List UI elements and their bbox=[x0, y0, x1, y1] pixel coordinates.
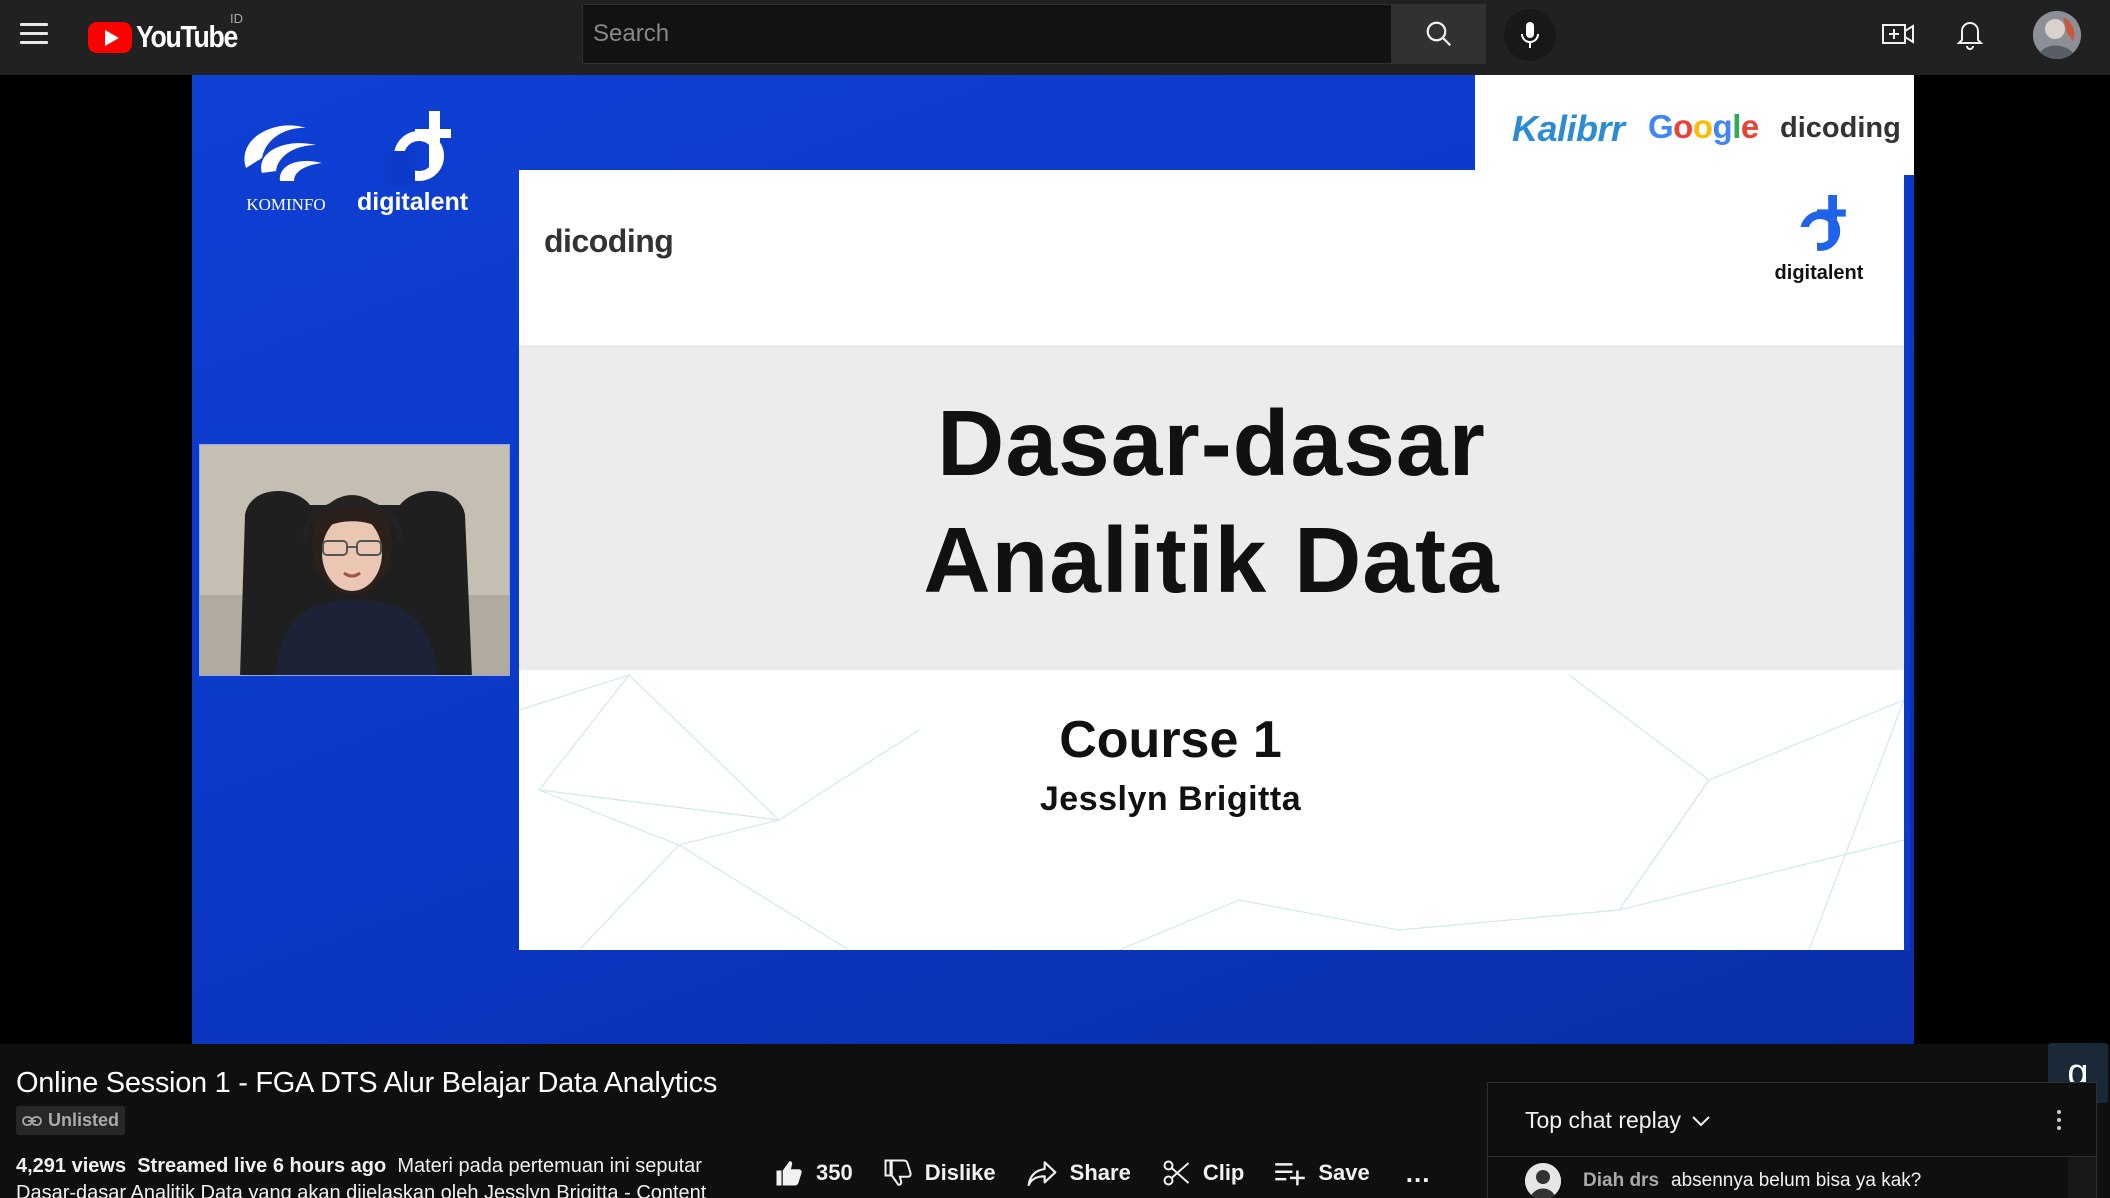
share-icon bbox=[1027, 1161, 1057, 1187]
share-label: Share bbox=[1069, 1160, 1131, 1185]
chat-header: Top chat replay bbox=[1488, 1083, 2096, 1157]
search-input[interactable] bbox=[582, 4, 1391, 64]
share-button[interactable]: Share bbox=[1026, 1159, 1131, 1187]
link-icon bbox=[22, 1115, 42, 1126]
slide-title-band: Dasar-dasar Analitik Data bbox=[519, 345, 1904, 670]
description-line-2[interactable]: Dasar-dasar Analitik Data yang akan dije… bbox=[16, 1180, 746, 1198]
live-chat-replay: Top chat replay Diah drs absennya belum … bbox=[1487, 1082, 2097, 1198]
thumbs-up-icon bbox=[776, 1161, 802, 1186]
chat-message-text: absennya belum bisa ya kak? bbox=[1671, 1170, 1922, 1191]
slide-title-line-2: Analitik Data bbox=[923, 508, 1500, 612]
unlisted-badge: Unlisted bbox=[16, 1106, 126, 1135]
chat-more-options-button[interactable] bbox=[2044, 1105, 2074, 1135]
dislike-label: Dislike bbox=[924, 1160, 996, 1185]
unlisted-label: Unlisted bbox=[48, 1110, 120, 1130]
view-count: 4,291 views bbox=[16, 1155, 127, 1177]
chevron-down-icon bbox=[1692, 1115, 1710, 1126]
chat-author-avatar[interactable] bbox=[1525, 1163, 1561, 1198]
thumbs-down-icon bbox=[884, 1159, 912, 1186]
slide-title: Dasar-dasar Analitik Data bbox=[519, 385, 1904, 619]
like-count: 350 bbox=[816, 1160, 853, 1185]
kominfo-label: KOMINFO bbox=[246, 195, 326, 214]
notifications-button[interactable] bbox=[1950, 14, 1990, 54]
video-player[interactable]: KOMINFO digitalent Kalibrr Google dicodi… bbox=[0, 75, 2110, 1103]
dicoding-logo-small: dicoding bbox=[1780, 112, 1901, 144]
digitalent-label-slide: digitalent bbox=[1774, 262, 1864, 284]
menu-icon[interactable] bbox=[14, 14, 54, 54]
save-button[interactable]: Save bbox=[1274, 1160, 1370, 1186]
youtube-logo[interactable]: YouTube bbox=[88, 17, 254, 57]
google-logo: Google bbox=[1648, 108, 1759, 145]
digitalent-logo-frame: digitalent bbox=[357, 111, 487, 221]
digitalent-logo-slide: digitalent bbox=[1769, 195, 1879, 285]
chat-scrollbar[interactable] bbox=[2068, 1157, 2096, 1198]
partner-logos: Kalibrr Google dicoding bbox=[1475, 75, 1914, 175]
chat-message: Diah drs absennya belum bisa ya kak? bbox=[1525, 1163, 1921, 1198]
dicoding-logo-slide: dicoding bbox=[544, 223, 674, 259]
chat-author-name[interactable]: Diah drs bbox=[1583, 1170, 1659, 1192]
logo-text: YouTube bbox=[136, 19, 238, 54]
country-code: ID bbox=[230, 11, 243, 26]
kalibrr-logo: Kalibrr bbox=[1512, 108, 1625, 149]
account-avatar[interactable] bbox=[2033, 11, 2081, 59]
presenter-webcam bbox=[199, 444, 510, 676]
slide-title-line-1: Dasar-dasar bbox=[937, 391, 1486, 495]
stream-date: Streamed live 6 hours ago bbox=[137, 1155, 387, 1177]
digitalent-label-frame: digitalent bbox=[357, 188, 469, 216]
video-title: Online Session 1 - FGA DTS Alur Belajar … bbox=[16, 1067, 718, 1099]
video-camera-add-icon bbox=[1882, 24, 1914, 44]
microphone-icon bbox=[1521, 22, 1539, 48]
description-line-1: Materi pada pertemuan ini seputar bbox=[397, 1155, 702, 1177]
slide-course: Course 1 bbox=[1059, 711, 1282, 769]
action-bar: 350 Dislike Share Clip Save ... bbox=[774, 1153, 1460, 1193]
save-label: Save bbox=[1318, 1160, 1370, 1185]
search-icon bbox=[1426, 21, 1451, 47]
clip-button[interactable]: Clip bbox=[1161, 1158, 1245, 1188]
chat-mode-dropdown[interactable]: Top chat replay bbox=[1525, 1107, 1711, 1134]
youtube-play-icon bbox=[88, 21, 132, 53]
voice-search-button[interactable] bbox=[1504, 9, 1556, 61]
kominfo-logo: KOMINFO bbox=[236, 113, 331, 214]
scissors-icon bbox=[1163, 1160, 1189, 1186]
dislike-button[interactable]: Dislike bbox=[883, 1158, 996, 1188]
more-actions-button[interactable]: ... bbox=[1406, 1158, 1431, 1189]
masthead: YouTube ID bbox=[0, 0, 2110, 75]
create-button[interactable] bbox=[1878, 14, 1918, 54]
presentation-slide: dicoding digitalent Dasar-dasar Analitik… bbox=[519, 170, 1904, 950]
search-box bbox=[582, 4, 1486, 64]
playlist-add-icon bbox=[1275, 1163, 1306, 1186]
video-frame: KOMINFO digitalent Kalibrr Google dicodi… bbox=[192, 75, 1914, 1044]
search-button[interactable] bbox=[1391, 4, 1486, 64]
bell-icon bbox=[1956, 22, 1984, 50]
chat-title: Top chat replay bbox=[1525, 1107, 1681, 1133]
video-meta[interactable]: 4,291 views Streamed live 6 hours ago Ma… bbox=[16, 1153, 746, 1180]
clip-label: Clip bbox=[1202, 1160, 1245, 1185]
slide-presenter: Jesslyn Brigitta bbox=[1039, 780, 1302, 818]
like-button[interactable]: 350 bbox=[774, 1158, 853, 1188]
